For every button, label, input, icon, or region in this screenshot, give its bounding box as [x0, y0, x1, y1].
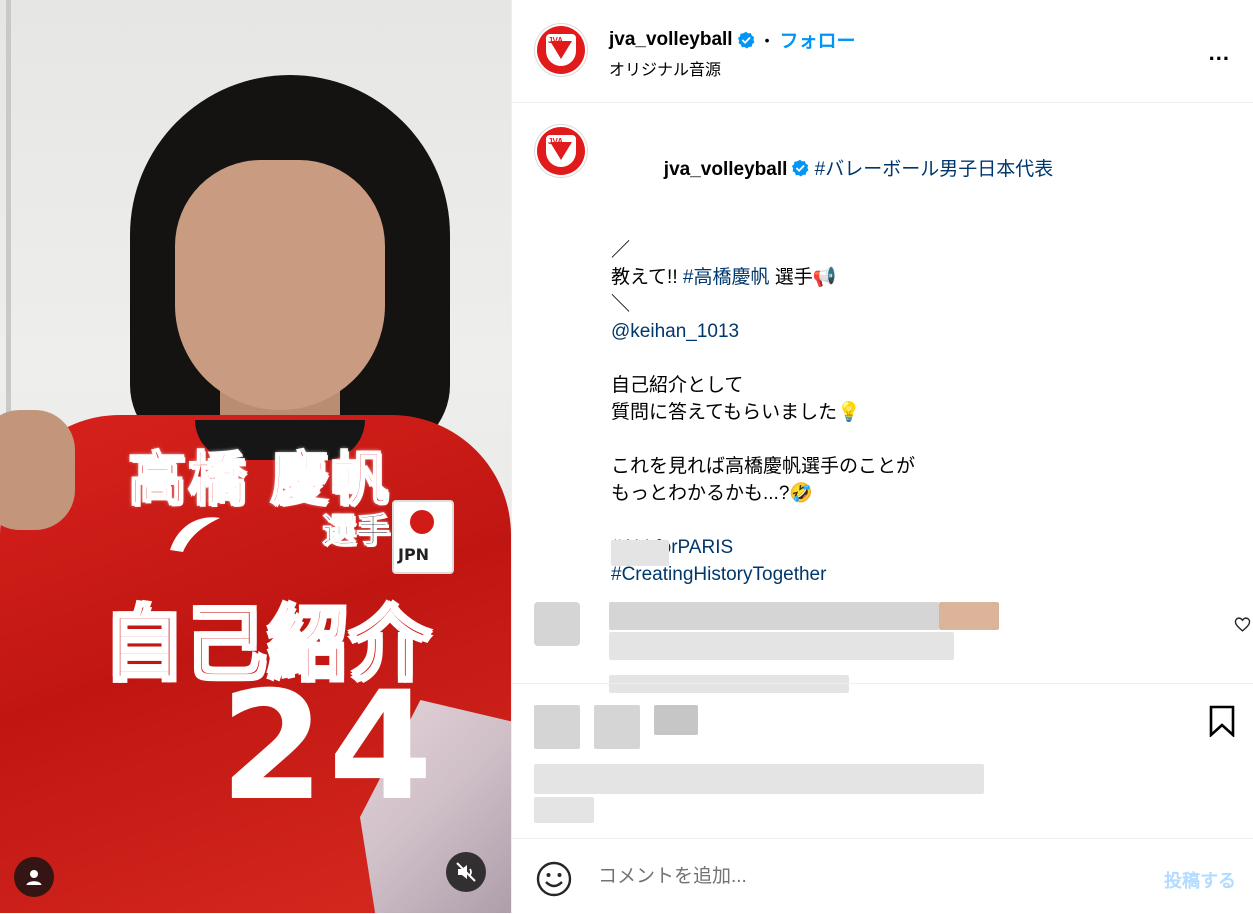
caption-line: ＼ [611, 294, 631, 315]
verified-badge-icon [737, 31, 755, 48]
asics-logo-icon [165, 510, 225, 570]
hashtag-link[interactable]: #バレーボール男子日本代表 [815, 159, 1054, 180]
blurred-likes-count [534, 764, 984, 794]
bookmark-icon[interactable] [1209, 705, 1235, 737]
caption-text: jva_volleyball #バレーボール男子日本代表 ／ 教えて!! #高橋… [611, 129, 1211, 588]
speaker-muted-icon [456, 862, 476, 882]
caption-line: これを見れば高橋慶帆選手のことが [611, 456, 916, 477]
blurred-timestamp [611, 540, 669, 566]
blurred-commenter-avatar [534, 602, 580, 646]
player-face [175, 160, 385, 410]
post-video[interactable]: JPN 24 高橋 慶帆 選手 自己紹介 [0, 0, 511, 913]
post-header: JVA jva_volleyball • フォロー オリジナル音源 ... [512, 0, 1253, 103]
tagged-users-button[interactable] [14, 857, 54, 897]
post-comment-button[interactable]: 投稿する [1164, 867, 1236, 893]
audio-label[interactable]: オリジナル音源 [609, 56, 721, 80]
caption-line: ／ [611, 240, 631, 261]
blurred-like-button [534, 705, 580, 749]
caption-username[interactable]: jva_volleyball [664, 159, 788, 180]
user-icon [26, 870, 42, 885]
mute-toggle-button[interactable] [446, 852, 486, 892]
follow-button[interactable]: フォロー [779, 26, 855, 53]
player-fist [0, 410, 75, 530]
comment-bar: 投稿する [512, 838, 1253, 914]
blurred-comment-text [939, 602, 999, 630]
caption-text-span: 選手📢 [769, 267, 837, 288]
mention-link[interactable]: @keihan_1013 [611, 321, 739, 342]
divider [512, 683, 1253, 684]
caption-line: 質問に答えてもらいました💡 [611, 402, 861, 423]
caption-text-span: 教えて!! [611, 267, 683, 288]
blurred-share-button [654, 705, 698, 735]
caption-line: 自己紹介として [611, 375, 744, 396]
overlay-title: 自己紹介 [103, 597, 432, 693]
blurred-post-date [534, 797, 594, 823]
header-user-row: jva_volleyball • フォロー [609, 26, 856, 53]
heart-icon[interactable] [1234, 616, 1251, 633]
post-sidebar: JVA jva_volleyball • フォロー オリジナル音源 ... JV… [511, 0, 1253, 913]
hashtag-link[interactable]: #高橋慶帆 [683, 267, 770, 288]
blurred-comment-text [609, 632, 954, 660]
hashtag-link[interactable]: #CreatingHistoryTogether [611, 564, 826, 585]
blurred-comment-text [609, 602, 939, 630]
overlay-senshu: 選手 [322, 511, 391, 552]
caption-line: もっとわかるかも...?🤣 [611, 483, 814, 504]
avatar[interactable]: JVA [537, 26, 585, 74]
separator-dot: • [764, 31, 770, 48]
comment-input[interactable] [596, 865, 1120, 889]
blurred-comment-meta [609, 675, 849, 693]
header-username[interactable]: jva_volleyball [609, 29, 733, 51]
jersey-country-text: JPN [398, 545, 430, 564]
verified-badge-icon [792, 159, 809, 177]
more-options-icon[interactable]: ... [1209, 40, 1230, 66]
blurred-comment-button [594, 705, 640, 749]
caption-avatar[interactable]: JVA [537, 127, 585, 175]
caption-area: JVA jva_volleyball #バレーボール男子日本代表 ／ 教えて!!… [512, 103, 1253, 585]
emoji-icon[interactable] [536, 861, 572, 897]
